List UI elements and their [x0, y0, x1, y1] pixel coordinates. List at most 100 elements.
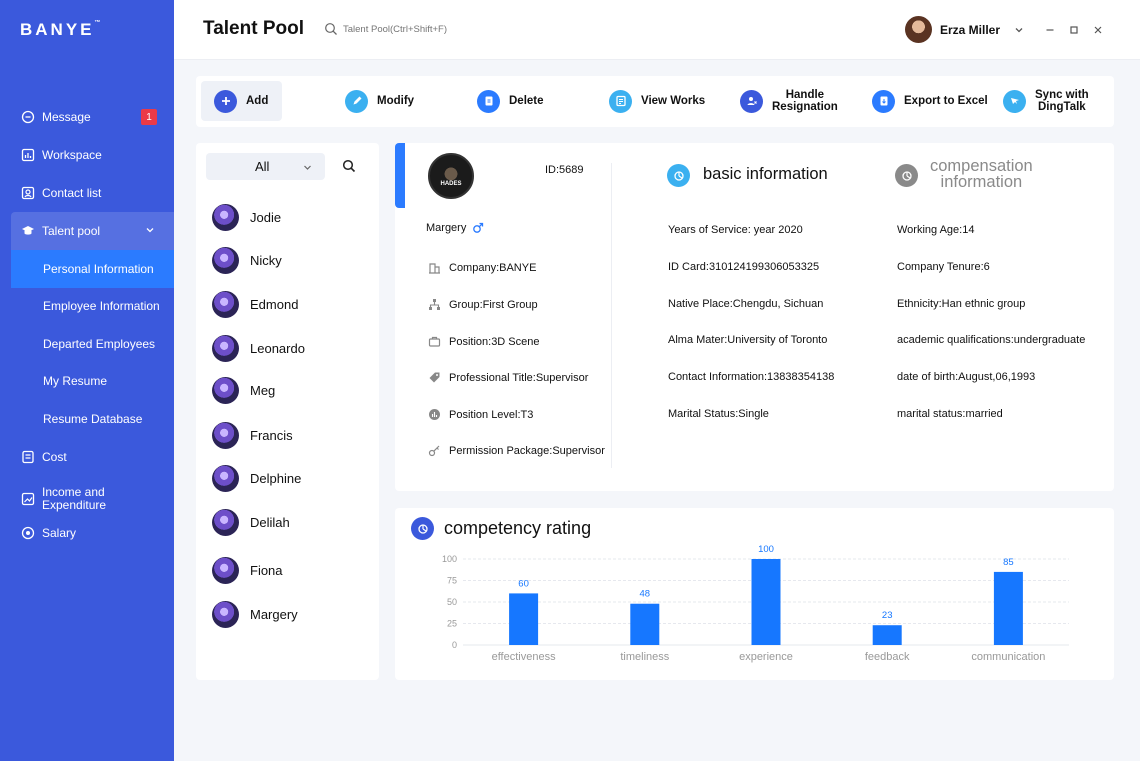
sidebar-item-message[interactable]: Message 1: [0, 98, 174, 136]
sync-dingtalk-label: Sync with DingTalk: [1035, 89, 1089, 114]
chevron-down-icon: [146, 228, 154, 233]
info-id-card: ID Card:310124199306053325: [668, 261, 820, 273]
tab-basic-information[interactable]: basic information: [703, 165, 828, 184]
profile-field-text: Company:BANYE: [449, 261, 537, 274]
filter-value: All: [255, 159, 270, 174]
info-years-of-service: Years of Service: year 2020: [668, 224, 803, 236]
sidebar-item-label: Contact list: [42, 186, 102, 200]
handle-resignation-button[interactable]: Handle Resignation: [740, 81, 838, 121]
bar: [509, 593, 539, 645]
bar: [751, 559, 781, 645]
list-item[interactable]: Nicky: [212, 245, 282, 275]
x-tick-label: experience: [739, 651, 793, 663]
global-search: [324, 22, 543, 36]
list-item[interactable]: Delphine: [212, 463, 301, 493]
maximize-button[interactable]: [1068, 24, 1080, 36]
list-item[interactable]: Francis: [212, 420, 293, 450]
sidebar-item-salary[interactable]: Salary: [0, 514, 174, 552]
employee-name: Edmond: [250, 296, 299, 312]
info-working-age: Working Age:14: [897, 224, 975, 236]
sidebar-item-label: Message: [42, 110, 91, 124]
sidebar-item-workspace[interactable]: Workspace: [0, 136, 174, 174]
list-item[interactable]: Meg: [212, 375, 275, 405]
employee-name: Margery: [250, 606, 298, 622]
top-bar: Talent Pool Erza Miller: [174, 0, 1140, 60]
delete-label: Delete: [509, 95, 544, 107]
modify-label: Modify: [377, 95, 415, 107]
employee-name-row: Margery: [426, 222, 484, 234]
sidebar-item-contact-list[interactable]: Contact list: [0, 174, 174, 212]
compensation-icon: [895, 164, 918, 187]
add-button[interactable]: Add: [201, 81, 282, 121]
handle-resignation-line1: Handle: [785, 88, 825, 101]
sidebar-subitem-personal-information[interactable]: Personal Information: [11, 250, 174, 288]
employee-name: Margery: [426, 222, 467, 234]
sidebar-subitem-my-resume[interactable]: My Resume: [0, 363, 174, 401]
export-excel-button[interactable]: Export to Excel: [872, 81, 988, 121]
key-icon: [428, 445, 440, 457]
x-tick-label: timeliness: [620, 651, 669, 663]
view-works-icon: [609, 89, 632, 113]
male-icon: [473, 222, 484, 233]
maximize-icon: [1070, 26, 1078, 34]
minimize-button[interactable]: [1044, 24, 1056, 36]
modify-button[interactable]: Modify: [345, 81, 414, 121]
data-label: 60: [518, 578, 529, 589]
employee-name: Delphine: [250, 470, 302, 486]
employee-name: Leonardo: [250, 340, 305, 356]
search-icon[interactable]: [342, 159, 356, 173]
list-item[interactable]: Delilah: [212, 507, 290, 537]
y-tick-label: 50: [447, 597, 457, 607]
sync-dingtalk-button[interactable]: Sync with DingTalk: [1003, 81, 1089, 121]
dingtalk-icon: [1003, 89, 1026, 113]
profile-field-level: Position Level:T3: [428, 408, 533, 421]
info-company-tenure: Company Tenure:6: [897, 261, 990, 273]
view-works-button[interactable]: View Works: [609, 81, 705, 121]
competency-panel: 0 25 50 75 100 60 effectiveness 48 timeliness 100…: [395, 508, 1114, 680]
app-logo: BANYE™: [20, 20, 101, 39]
sidebar-item-label: Cost: [42, 449, 67, 464]
sidebar-nav: Message 1 Workspace Contact list Talent …: [0, 98, 174, 552]
data-label: 23: [882, 610, 893, 621]
filter-dropdown[interactable]: All: [206, 153, 325, 180]
employee-name: Nicky: [250, 252, 282, 268]
sidebar-subitem-employee-information[interactable]: Employee Information: [0, 288, 174, 326]
sidebar-item-label: Salary: [42, 525, 77, 540]
employee-list-panel: All Jodie Nicky Edmond Leonardo Meg Fran…: [196, 143, 379, 680]
tab-compensation-information[interactable]: compensation information: [930, 158, 1033, 191]
sidebar-subitem-resume-database[interactable]: Resume Database: [0, 400, 174, 438]
sidebar-item-talent-pool[interactable]: Talent pool: [11, 212, 174, 250]
avatar: [212, 600, 239, 628]
employee-name: Francis: [250, 427, 293, 443]
profile-field-text: Position Level:T3: [449, 408, 534, 421]
user-menu[interactable]: Erza Miller: [905, 16, 1024, 43]
close-button[interactable]: [1092, 24, 1104, 36]
sync-dingtalk-line2: DingTalk: [1037, 101, 1086, 113]
info-ethnicity: Ethnicity:Han ethnic group: [897, 298, 1026, 310]
sidebar: BANYE™ Message 1 Workspace Contact list …: [0, 0, 174, 761]
avatar: [905, 16, 932, 43]
cost-icon: [21, 450, 35, 464]
pencil-icon: [345, 89, 368, 113]
sidebar-subitem-departed-employees[interactable]: Departed Employees: [0, 325, 174, 363]
plus-icon: [214, 89, 237, 113]
sidebar-subitem-label: Departed Employees: [43, 336, 156, 351]
chart-icon: [21, 492, 35, 506]
list-item[interactable]: Leonardo: [212, 333, 305, 363]
employee-name: Delilah: [250, 514, 290, 530]
sidebar-subitem-label: Employee Information: [43, 299, 160, 314]
info-alma-mater: Alma Mater:University of Toronto: [668, 334, 828, 346]
data-label: 100: [758, 544, 774, 555]
delete-button[interactable]: Delete: [477, 81, 544, 121]
sidebar-item-cost[interactable]: Cost: [0, 438, 174, 476]
search-input[interactable]: [343, 23, 543, 35]
list-item[interactable]: Fiona: [212, 555, 283, 585]
list-item[interactable]: Jodie: [212, 202, 281, 232]
list-item[interactable]: Margery: [212, 599, 298, 629]
list-item[interactable]: Edmond: [212, 289, 298, 319]
data-label: 85: [1003, 557, 1014, 568]
avatar: [212, 508, 239, 536]
info-marital-status-2: marital status:married: [897, 408, 1003, 420]
sidebar-subitem-label: Resume Database: [43, 411, 143, 426]
avatar: [212, 334, 239, 362]
